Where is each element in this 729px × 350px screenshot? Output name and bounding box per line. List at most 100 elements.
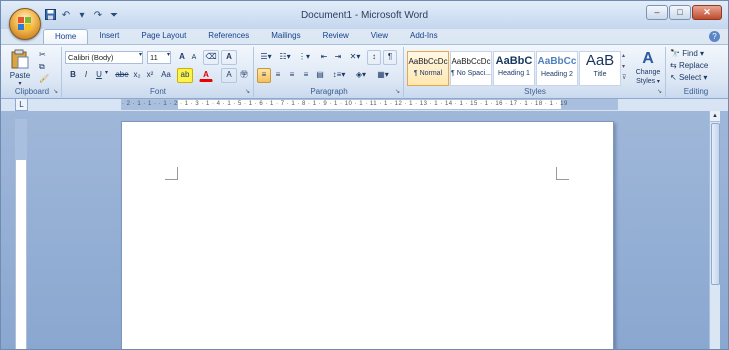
multilevel-list-icon[interactable]: ⋮▾	[295, 50, 313, 65]
tab-selector-icon[interactable]: L	[15, 98, 28, 111]
chevron-down-icon[interactable]: ▾	[139, 51, 142, 58]
borders-icon[interactable]: ▦▾	[373, 68, 393, 83]
justify-icon[interactable]: ≡	[299, 68, 313, 83]
format-painter-icon[interactable]: 🖌	[39, 74, 49, 83]
distributed-icon[interactable]: ▤	[313, 68, 327, 83]
clear-formatting-icon[interactable]: ⌫	[203, 50, 219, 65]
style-name: ¶ No Spaci...	[451, 70, 491, 77]
change-case-button[interactable]: Aa	[157, 68, 175, 83]
increase-indent-icon[interactable]: ⇥	[331, 50, 345, 65]
change-styles-button[interactable]: A Change Styles ▾	[631, 50, 665, 86]
tab-add-ins[interactable]: Add-Ins	[399, 29, 449, 44]
tab-references[interactable]: References	[197, 29, 260, 44]
bullets-icon[interactable]: ☰▾	[257, 50, 275, 65]
dialog-launcher-icon[interactable]: ↘	[657, 88, 662, 95]
underline-button[interactable]: U	[92, 68, 106, 83]
asian-layout-icon[interactable]: ✕▾	[347, 50, 363, 65]
dialog-launcher-icon[interactable]: ↘	[53, 88, 58, 95]
replace-button[interactable]: ⇆ Replace	[670, 61, 708, 70]
superscript-button[interactable]: x²	[143, 68, 157, 83]
tab-review[interactable]: Review	[312, 29, 360, 44]
office-button[interactable]	[9, 8, 41, 40]
grow-font-button[interactable]: A	[175, 50, 189, 65]
tab-view[interactable]: View	[360, 29, 399, 44]
font-dialog-icon[interactable]: A	[221, 50, 237, 65]
style-normal[interactable]: AaBbCcDc ¶ Normal	[407, 51, 449, 86]
style-sample: AaBbCc	[537, 56, 577, 67]
find-label: Find	[682, 49, 698, 58]
style-sample: AaBbCcDc	[408, 57, 448, 66]
font-name-box[interactable]: Calibri (Body)	[65, 51, 143, 64]
cut-icon[interactable]: ✂	[39, 50, 46, 59]
chevron-down-icon[interactable]: ▾	[105, 69, 108, 76]
clipboard-group: Paste ▾ ✂ ⧉ 🖌 Clipboard ↘	[3, 47, 62, 97]
tab-page-layout[interactable]: Page Layout	[130, 29, 197, 44]
find-button[interactable]: 🔭 Find ▾	[670, 49, 704, 58]
ruler-row: L · 2 · 1 · 1 · · 1 · 2 · 1 · 3 · 1 · 4 …	[1, 98, 728, 209]
office-logo-icon	[18, 17, 31, 30]
style-heading-1[interactable]: AaBbC Heading 1	[493, 51, 535, 86]
ruler-scale: · 2 · 1 · 1 · · 1 · 2 · 1 · 3 · 1 · 4 · …	[122, 101, 568, 107]
highlight-button[interactable]: ab	[177, 68, 193, 83]
styles-label: Styles	[524, 87, 546, 96]
style-name: Title	[593, 71, 607, 78]
paste-label: Paste	[9, 71, 31, 80]
style-no-spacing[interactable]: AaBbCcDc ¶ No Spaci...	[450, 51, 492, 86]
italic-button[interactable]: I	[79, 68, 93, 83]
char-shading-icon[interactable]: A	[221, 68, 237, 83]
paste-icon	[11, 49, 29, 69]
paste-button[interactable]: Paste ▾	[9, 49, 31, 87]
tab-insert[interactable]: Insert	[88, 29, 130, 44]
sort-icon[interactable]: ↕	[367, 50, 381, 65]
line-spacing-icon[interactable]: ↕≡▾	[329, 68, 349, 83]
bold-button[interactable]: B	[66, 68, 80, 83]
help-icon[interactable]: ?	[709, 31, 720, 42]
dialog-launcher-icon[interactable]: ↘	[395, 88, 400, 95]
style-heading-2[interactable]: AaBbCc Heading 2	[536, 51, 578, 86]
style-sample: AaB	[585, 52, 615, 69]
subscript-button[interactable]: x₂	[130, 68, 144, 83]
style-name: Heading 1	[498, 70, 530, 77]
style-title[interactable]: AaB Title	[579, 51, 621, 86]
shading-icon[interactable]: ◈▾	[351, 68, 371, 83]
horizontal-ruler[interactable]: · 2 · 1 · 1 · · 1 · 2 · 1 · 3 · 1 · 4 · …	[121, 99, 618, 110]
style-sample: AaBbC	[495, 55, 533, 67]
font-color-button[interactable]: A	[199, 68, 213, 82]
vertical-scrollbar[interactable]: ▲	[709, 111, 720, 349]
tab-mailings[interactable]: Mailings	[260, 29, 311, 44]
right-margin-area	[561, 100, 617, 109]
select-label: Select	[678, 73, 702, 82]
document-page[interactable]	[121, 121, 614, 349]
numbering-icon[interactable]: ☷▾	[276, 50, 294, 65]
style-name: ¶ Normal	[413, 70, 443, 77]
strikethrough-button[interactable]: abe	[113, 68, 131, 83]
ribbon: Paste ▾ ✂ ⧉ 🖌 Clipboard ↘ Calibri (Body)…	[1, 44, 728, 99]
replace-label: Replace	[678, 61, 709, 70]
gallery-scroll[interactable]: ▴ ▾ ⊽	[622, 51, 626, 84]
decrease-indent-icon[interactable]: ⇤	[317, 50, 331, 65]
shrink-font-button[interactable]: A	[188, 51, 200, 66]
chevron-down-icon: ▾	[18, 81, 22, 87]
enclose-char-icon[interactable]: ㊫	[237, 68, 251, 83]
maximize-button[interactable]: □	[669, 5, 691, 20]
paragraph-label: Paragraph	[310, 87, 348, 96]
select-button[interactable]: ↖ Select ▾	[670, 73, 707, 82]
tab-home[interactable]: Home	[43, 29, 89, 45]
align-left-icon[interactable]: ≡	[257, 68, 271, 83]
minimize-button[interactable]: –	[646, 5, 668, 20]
scroll-thumb[interactable]	[711, 123, 720, 285]
font-group: Calibri (Body) ▾ 11 ▾ A A ⌫ A B I U ▾ ab…	[63, 47, 254, 97]
vertical-ruler[interactable]	[15, 119, 27, 349]
close-button[interactable]: ✕	[692, 5, 722, 20]
scroll-up-icon[interactable]: ▲	[710, 111, 720, 122]
align-right-icon[interactable]: ≡	[285, 68, 299, 83]
copy-icon[interactable]: ⧉	[39, 62, 45, 72]
dialog-launcher-icon[interactable]: ↘	[245, 88, 250, 95]
chevron-down-icon[interactable]: ▾	[167, 51, 170, 58]
change-styles-icon: A	[642, 50, 654, 67]
cursor-icon: ↖	[670, 73, 677, 82]
paragraph-group: ☰▾ ☷▾ ⋮▾ ⇤ ⇥ ✕▾ ↕ ¶ ≡ ≡ ≡ ≡ ▤ ↕≡▾ ◈▾ ▦▾ …	[255, 47, 404, 97]
align-center-icon[interactable]: ≡	[271, 68, 285, 83]
show-formatting-icon[interactable]: ¶	[383, 50, 397, 65]
styles-group: AaBbCcDc ¶ Normal AaBbCcDc ¶ No Spaci...…	[405, 47, 666, 97]
